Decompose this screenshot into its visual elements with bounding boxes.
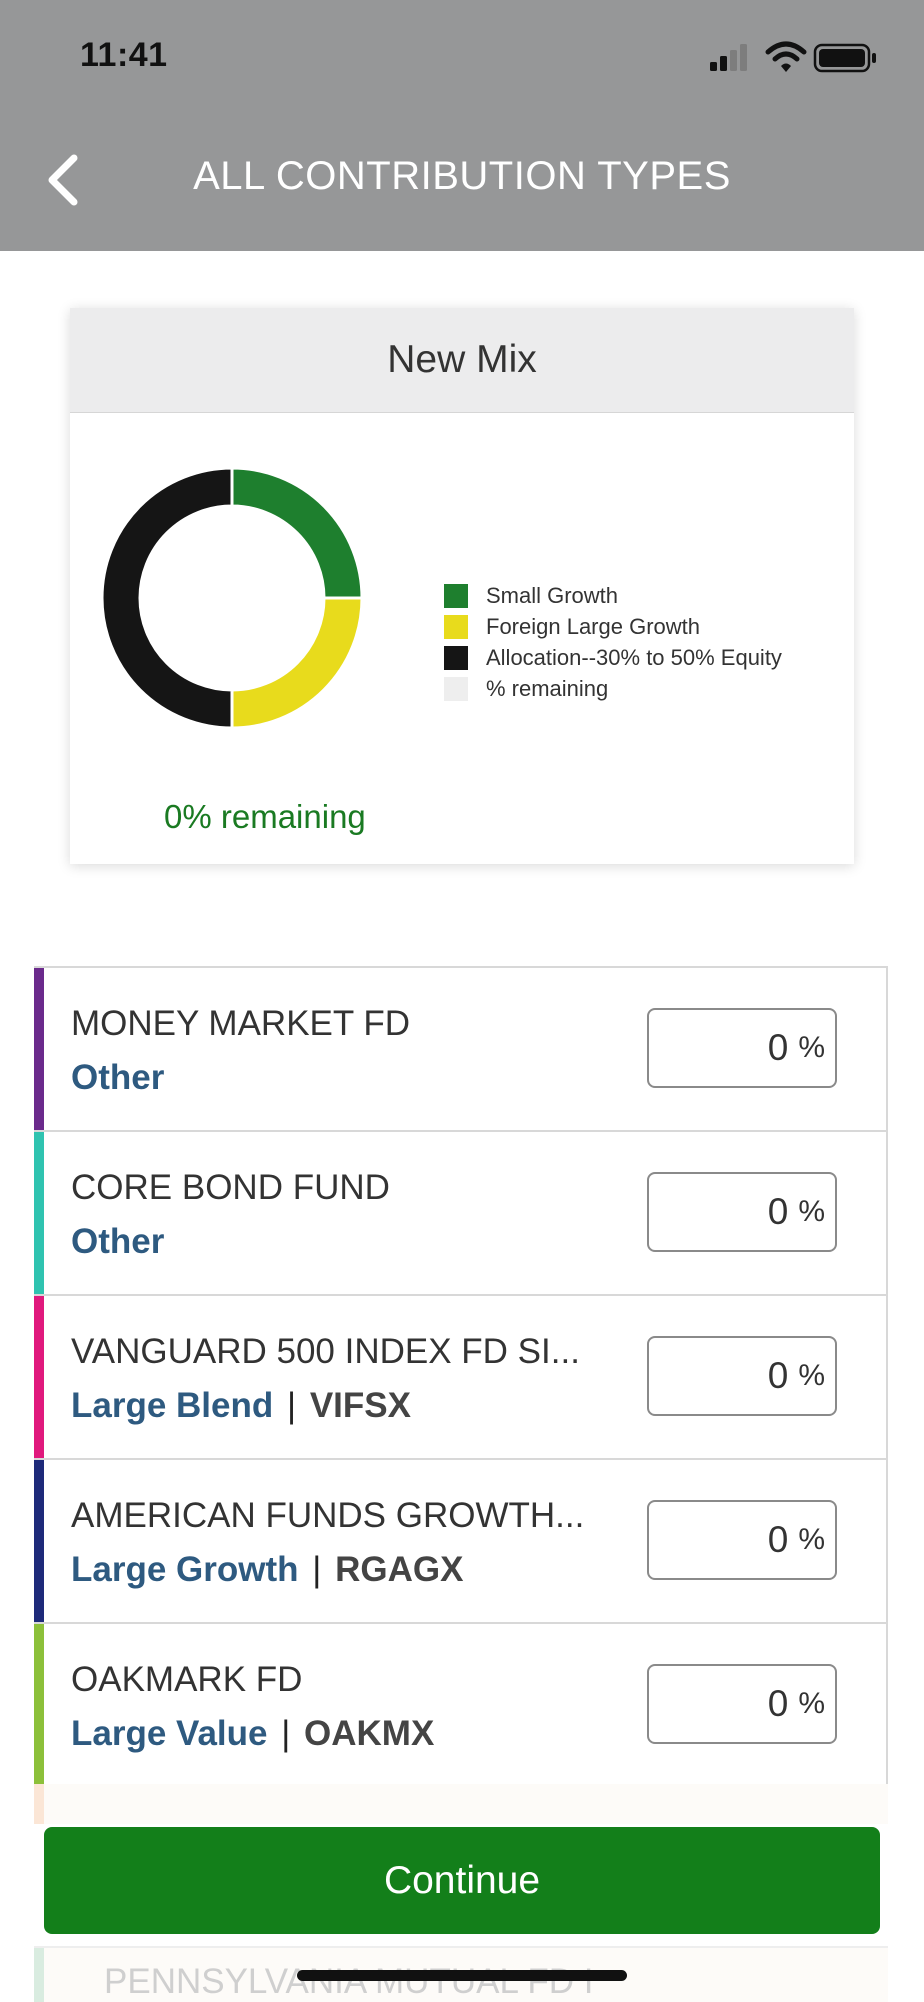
- percent-symbol: %: [798, 1031, 825, 1064]
- new-mix-card: New Mix Small Growth Foreign Large Growth…: [70, 308, 854, 864]
- fund-name: AMERICAN FUNDS GROWTH...: [71, 1496, 585, 1535]
- fund-accent-bar: [34, 968, 44, 1130]
- fund-category: Large Blend: [71, 1386, 274, 1425]
- allocation-percent-input[interactable]: 0%: [647, 1008, 837, 1088]
- legend-item: Allocation--30% to 50% Equity: [444, 642, 782, 673]
- percent-symbol: %: [798, 1195, 825, 1228]
- allocation-value: 0: [767, 1683, 789, 1724]
- legend-label: Allocation--30% to 50% Equity: [486, 644, 782, 670]
- legend-swatch: [444, 645, 468, 670]
- fund-accent-bar: [34, 1132, 44, 1294]
- battery-icon: [813, 43, 876, 73]
- legend-label: % remaining: [486, 675, 609, 701]
- donut-slice-foreign-large-growth: [230, 596, 364, 730]
- fund-category: Other: [71, 1058, 165, 1097]
- donut-slice-small-growth: [230, 466, 364, 600]
- donut-slice-allocation-30-to-50-equity: [100, 466, 234, 730]
- legend-item: Small Growth: [444, 580, 782, 611]
- legend-item: Foreign Large Growth: [444, 611, 782, 642]
- fund-meta: Large Growth | RGAGX: [71, 1550, 463, 1590]
- allocation-donut-chart: [100, 466, 364, 730]
- continue-button[interactable]: Continue: [44, 1827, 880, 1934]
- fund-category: Large Value: [71, 1714, 268, 1753]
- fund-accent-bar: [34, 1460, 44, 1622]
- fund-ticker: OAKMX: [304, 1714, 435, 1753]
- remaining-percent-text: 0% remaining: [164, 798, 366, 835]
- fund-accent-bar: [34, 1624, 44, 1786]
- fund-row: VANGUARD 500 INDEX FD SI... Large Blend |…: [34, 1296, 888, 1460]
- fund-ticker: VIFSX: [309, 1386, 411, 1425]
- status-time: 11:41: [80, 36, 168, 74]
- fund-name: OAKMARK FD: [71, 1660, 303, 1699]
- legend-swatch: [444, 583, 468, 608]
- fund-name: VANGUARD 500 INDEX FD SI...: [71, 1332, 580, 1371]
- fund-meta: Other: [71, 1222, 164, 1262]
- fund-separator: |: [302, 1550, 332, 1589]
- fund-row: AMERICAN FUNDS GROWTH... Large Growth | R…: [34, 1460, 888, 1624]
- chart-legend: Small Growth Foreign Large Growth Allocati…: [444, 580, 782, 704]
- legend-swatch: [444, 676, 468, 701]
- fund-separator: |: [277, 1386, 306, 1425]
- mix-card-title: New Mix: [70, 308, 854, 413]
- faded-list-item: [34, 1784, 888, 1824]
- percent-symbol: %: [798, 1687, 825, 1720]
- top-bar: 11:41 ALL CONTRIBUTION TYPES: [0, 0, 924, 251]
- fund-meta: Large Value | OAKMX: [71, 1714, 434, 1754]
- fund-list: MONEY MARKET FD Other 0% CORE BOND FUND Othe…: [34, 966, 888, 1788]
- page-title: ALL CONTRIBUTION TYPES: [193, 154, 731, 198]
- fund-name: MONEY MARKET FD: [71, 1004, 411, 1043]
- home-indicator: [297, 1970, 627, 1981]
- allocation-percent-input[interactable]: 0%: [647, 1336, 837, 1416]
- allocation-value: 0: [767, 1191, 789, 1232]
- fund-name: CORE BOND FUND: [71, 1168, 390, 1207]
- allocation-value: 0: [767, 1027, 789, 1068]
- legend-swatch: [444, 614, 468, 639]
- legend-label: Foreign Large Growth: [486, 613, 700, 639]
- fund-accent-bar: [34, 1296, 44, 1458]
- faded-fund-name: PENNSYLVANIA MUTUAL FD I: [104, 1962, 594, 2001]
- signal-icon: [710, 44, 747, 71]
- allocation-percent-input[interactable]: 0%: [647, 1664, 837, 1744]
- fund-ticker: RGAGX: [335, 1550, 464, 1589]
- percent-symbol: %: [798, 1523, 825, 1556]
- fund-row: MONEY MARKET FD Other 0%: [34, 968, 888, 1132]
- fund-row: OAKMARK FD Large Value | OAKMX 0%: [34, 1624, 888, 1788]
- legend-label: Small Growth: [486, 582, 619, 608]
- status-icons: [710, 41, 876, 73]
- percent-symbol: %: [798, 1359, 825, 1392]
- allocation-value: 0: [767, 1519, 789, 1560]
- fund-meta: Large Blend | VIFSX: [71, 1386, 411, 1426]
- fund-meta: Other: [71, 1058, 164, 1098]
- allocation-percent-input[interactable]: 0%: [647, 1500, 837, 1580]
- wifi-icon: [765, 41, 807, 72]
- fund-category: Large Growth: [71, 1550, 299, 1589]
- fund-row: CORE BOND FUND Other 0%: [34, 1132, 888, 1296]
- allocation-value: 0: [767, 1355, 789, 1396]
- allocation-percent-input[interactable]: 0%: [647, 1172, 837, 1252]
- fund-separator: |: [271, 1714, 301, 1753]
- legend-item: % remaining: [444, 673, 782, 704]
- fund-category: Other: [71, 1222, 165, 1261]
